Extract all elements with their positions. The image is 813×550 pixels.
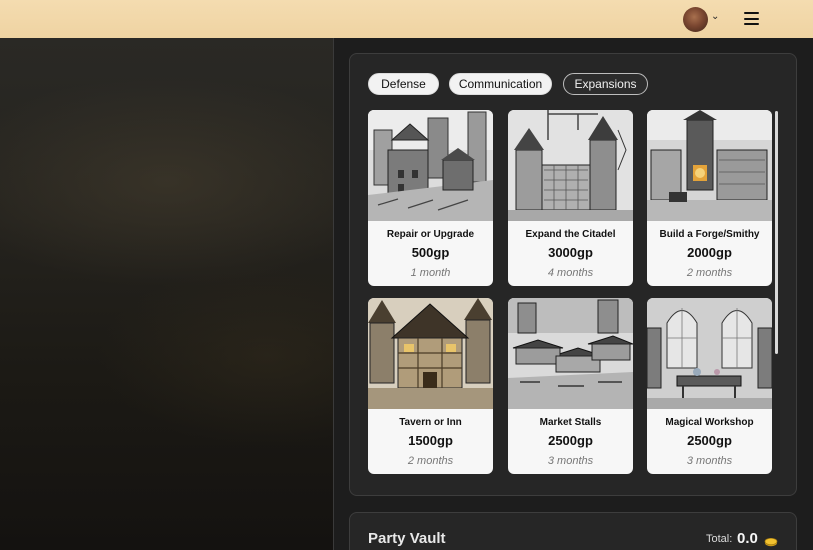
tab-communication[interactable]: Communication [449, 73, 552, 95]
background-scene [0, 38, 333, 550]
market-stalls-illustration [508, 298, 633, 409]
vault-total-value: 0.0 [737, 530, 758, 547]
card-title: Build a Forge/Smithy [659, 229, 760, 240]
card-title: Expand the Citadel [525, 229, 616, 240]
forge-smithy-illustration [647, 110, 772, 221]
tavern-inn-illustration [368, 298, 493, 409]
card-duration: 4 months [547, 267, 594, 279]
card-magical-workshop[interactable]: Magical Workshop 2500gp 3 months [647, 298, 772, 474]
card-title: Market Stalls [539, 417, 602, 428]
card-expand-the-citadel[interactable]: Expand the Citadel 3000gp 4 months [508, 110, 633, 286]
card-price: 1500gp [408, 433, 453, 448]
card-tavern-or-inn[interactable]: Tavern or Inn 1500gp 2 months [368, 298, 493, 474]
hamburger-menu-icon[interactable] [744, 12, 759, 25]
card-market-stalls[interactable]: Market Stalls 2500gp 3 months [508, 298, 633, 474]
scrollbar-thumb[interactable] [775, 111, 778, 354]
card-duration: 3 months [686, 455, 733, 467]
card-price: 2500gp [687, 433, 732, 448]
card-duration: 1 month [410, 267, 451, 279]
magical-workshop-illustration [647, 298, 772, 409]
chevron-down-icon[interactable]: ⌄ [711, 11, 719, 22]
tab-defense[interactable]: Defense [368, 73, 439, 95]
card-duration: 3 months [547, 455, 594, 467]
card-title: Repair or Upgrade [386, 229, 475, 240]
castle-repair-illustration [368, 110, 493, 221]
card-title: Tavern or Inn [399, 417, 462, 428]
card-repair-or-upgrade[interactable]: Repair or Upgrade 500gp 1 month [368, 110, 493, 286]
gold-coin-icon [764, 534, 778, 547]
top-header-bar: ⌄ [0, 0, 813, 38]
card-price: 2500gp [548, 433, 593, 448]
card-price: 3000gp [548, 245, 593, 260]
vault-total-label: Total: [706, 533, 733, 545]
tab-expansions[interactable]: Expansions [563, 73, 648, 95]
vault-title: Party Vault [368, 530, 446, 547]
card-duration: 2 months [686, 267, 733, 279]
citadel-construction-illustration [508, 110, 633, 221]
card-price: 500gp [411, 245, 450, 260]
card-duration: 2 months [407, 455, 454, 467]
card-price: 2000gp [687, 245, 732, 260]
card-title: Magical Workshop [665, 417, 754, 428]
card-build-a-forge-smithy[interactable]: Build a Forge/Smithy 2000gp 2 months [647, 110, 772, 286]
user-avatar[interactable] [683, 7, 708, 32]
